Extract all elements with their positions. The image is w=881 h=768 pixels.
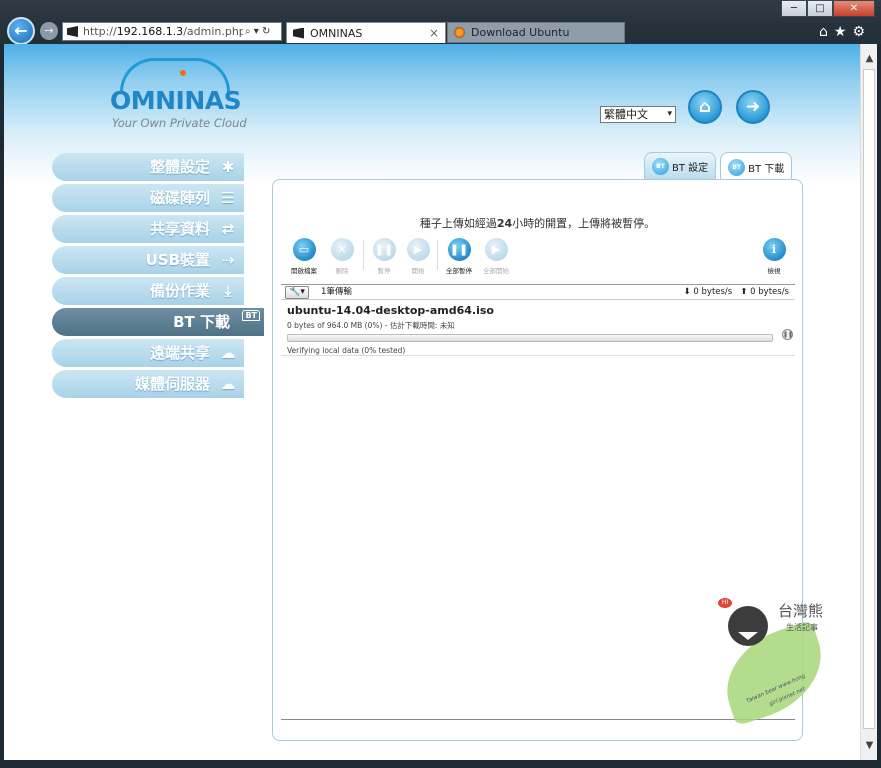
scroll-thumb[interactable] <box>863 69 875 729</box>
sidebar-item-disk-array[interactable]: 磁碟陣列 ☰ <box>52 184 244 212</box>
transfer-count: 1筆傳輸 <box>321 287 352 297</box>
torrent-pause-icon[interactable]: ❚❚ <box>782 329 793 340</box>
inspect-button[interactable]: i 檢視 <box>757 238 791 275</box>
tab-label: OMNINAS <box>310 26 363 40</box>
sidebar-item-shared-data[interactable]: 共享資料 ⇄ <box>52 215 244 243</box>
chevron-down-icon: ▾ <box>667 109 672 119</box>
torrent-name: ubuntu-14.04-desktop-amd64.iso <box>287 304 494 317</box>
bt-icon: BT <box>652 158 669 175</box>
taiwan-bear-watermark: HI 台灣熊 生活記事 Taiwan bear www.hong girl.pi… <box>708 594 836 727</box>
torrent-status: Verifying local data (0% tested) <box>287 346 406 355</box>
info-icon: i <box>762 238 786 261</box>
watermark-title: 台灣熊 <box>778 602 824 620</box>
toolbar-divider <box>363 240 364 270</box>
upload-speed: ⬆ 0 bytes/s <box>740 287 789 297</box>
usb-icon: ⇢ <box>221 251 235 269</box>
download-speed: ⬇ 0 bytes/s <box>683 287 733 297</box>
row-divider <box>281 355 795 356</box>
maximize-button[interactable]: □ <box>807 0 833 17</box>
address-bar[interactable]: http://192.168.1.3/admin.php?mer ⌕ ▾ ↻ <box>62 22 282 41</box>
wrench-menu-icon[interactable]: 🔧▾ <box>285 286 309 299</box>
sidebar-item-system-settings[interactable]: 整體設定 ✱ <box>52 153 244 181</box>
sidebar-item-backup[interactable]: 備份作業 ⤓ <box>52 277 244 305</box>
sidebar-item-media-server[interactable]: 媒體伺服器 ☁ <box>52 370 244 398</box>
home-icon: ⌂ <box>698 97 712 117</box>
omninas-tab-icon <box>293 27 304 39</box>
browser-chrome: ─ □ ✕ ← → http://192.168.1.3/admin.php?m… <box>0 0 881 45</box>
sidebar-item-remote-share[interactable]: 遠端共享 ☁ <box>52 339 244 367</box>
start-button[interactable]: ▶ 開始 <box>401 238 435 275</box>
page-viewport: OMNINAS Your Own Private Cloud 繁體中文 ▾ ⌂ … <box>4 44 860 760</box>
panel-bottom-divider <box>281 719 795 720</box>
delete-button[interactable]: ✕ 刪除 <box>325 238 359 275</box>
minimize-button[interactable]: ─ <box>781 0 807 17</box>
torrent-progress-info: 0 bytes of 964.0 MB (0%) - 估計下載時間: 未知 <box>287 321 455 330</box>
torrent-row[interactable]: ubuntu-14.04-desktop-amd64.iso 0 bytes o… <box>287 304 793 355</box>
back-arrow-icon[interactable]: ← <box>7 17 35 45</box>
scroll-down-icon[interactable]: ▼ <box>861 737 878 754</box>
toolbar-divider <box>437 240 438 270</box>
watermark-badge: HI <box>718 598 732 608</box>
watermark-subtitle: 生活記事 <box>786 623 818 632</box>
address-url[interactable]: http://192.168.1.3/admin.php?mer <box>83 25 243 38</box>
backup-download-icon: ⤓ <box>224 282 232 300</box>
brand-tagline: Your Own Private Cloud <box>112 116 247 130</box>
window-controls: ─ □ ✕ <box>781 0 875 18</box>
share-arrows-icon: ⇄ <box>221 220 235 238</box>
sidebar-item-usb-devices[interactable]: USB裝置 ⇢ <box>52 246 244 274</box>
logo-dot-icon <box>180 70 186 76</box>
tab-close-icon[interactable]: × <box>429 26 439 40</box>
pause-button[interactable]: ❚❚ 暫停 <box>367 238 401 275</box>
language-select[interactable]: 繁體中文 ▾ <box>600 106 676 123</box>
remote-cloud-icon: ☁ <box>220 344 236 362</box>
pause-icon: ❚❚ <box>372 238 396 261</box>
transfer-speeds: ⬇ 0 bytes/s ⬆ 0 bytes/s <box>684 285 789 299</box>
open-file-button[interactable]: ▭ 開啟檔案 <box>287 238 321 275</box>
torrent-progress-bar <box>287 334 773 342</box>
logout-button[interactable]: ➜ <box>736 90 770 124</box>
media-server-icon: ☁ <box>220 375 236 393</box>
omninas-favicon-icon <box>67 26 78 37</box>
sidebar-item-bt-download[interactable]: BT 下載 BT <box>52 308 264 336</box>
transfer-statusbar: 🔧▾ 1筆傳輸 ⬇ 0 bytes/s ⬆ 0 bytes/s <box>281 284 795 300</box>
page-scrollbar[interactable]: ▲ ▼ <box>860 44 877 760</box>
tab-download-ubuntu[interactable]: Download Ubuntu <box>447 22 625 43</box>
brand-name: OMNINAS <box>110 86 242 115</box>
bt-toolbar: ▭ 開啟檔案 ✕ 刪除 ❚❚ 暫停 ▶ 開始 ❚❚ 全部暫停 ▶ 全部開始 i … <box>287 238 791 282</box>
tab-bt-download[interactable]: BT BT 下載 <box>720 152 793 182</box>
panel-tabs: BT BT 設定 BT BT 下載 <box>644 152 796 182</box>
close-window-button[interactable]: ✕ <box>833 0 875 17</box>
play-icon: ▶ <box>406 238 430 261</box>
logout-icon: ➜ <box>745 97 761 117</box>
address-tools-icon[interactable]: ⌕ ▾ ↻ <box>245 26 270 37</box>
pause-all-button[interactable]: ❚❚ 全部暫停 <box>442 238 476 275</box>
bear-mascot-icon <box>728 606 768 646</box>
bt-icon: BT <box>242 310 260 321</box>
sidebar-nav: 整體設定 ✱ 磁碟陣列 ☰ 共享資料 ⇄ USB裝置 ⇢ 備份作業 ⤓ BT 下… <box>52 153 282 401</box>
pause-all-icon: ❚❚ <box>447 238 471 261</box>
seed-notice: 種子上傳如經過24小時的開置，上傳將被暫停。 <box>419 217 656 230</box>
disk-stack-icon: ☰ <box>221 189 235 207</box>
tools-icon: ✱ <box>221 158 235 176</box>
scroll-up-icon[interactable]: ▲ <box>861 50 878 67</box>
omninas-logo: OMNINAS Your Own Private Cloud <box>108 56 248 130</box>
browser-toolbar-icons[interactable]: ⌂★⚙ <box>819 24 871 40</box>
bt-icon: BT <box>728 159 746 176</box>
tab-label: Download Ubuntu <box>471 26 570 39</box>
start-all-button[interactable]: ▶ 全部開始 <box>479 238 513 275</box>
forward-arrow-icon[interactable]: → <box>40 22 58 40</box>
ubuntu-tab-icon <box>454 27 465 38</box>
tab-bt-settings[interactable]: BT BT 設定 <box>644 152 717 180</box>
home-button[interactable]: ⌂ <box>688 90 722 124</box>
play-all-icon: ▶ <box>484 238 508 261</box>
delete-x-icon: ✕ <box>330 238 354 261</box>
folder-open-icon: ▭ <box>292 238 316 261</box>
tab-omninas[interactable]: OMNINAS × <box>286 22 446 43</box>
